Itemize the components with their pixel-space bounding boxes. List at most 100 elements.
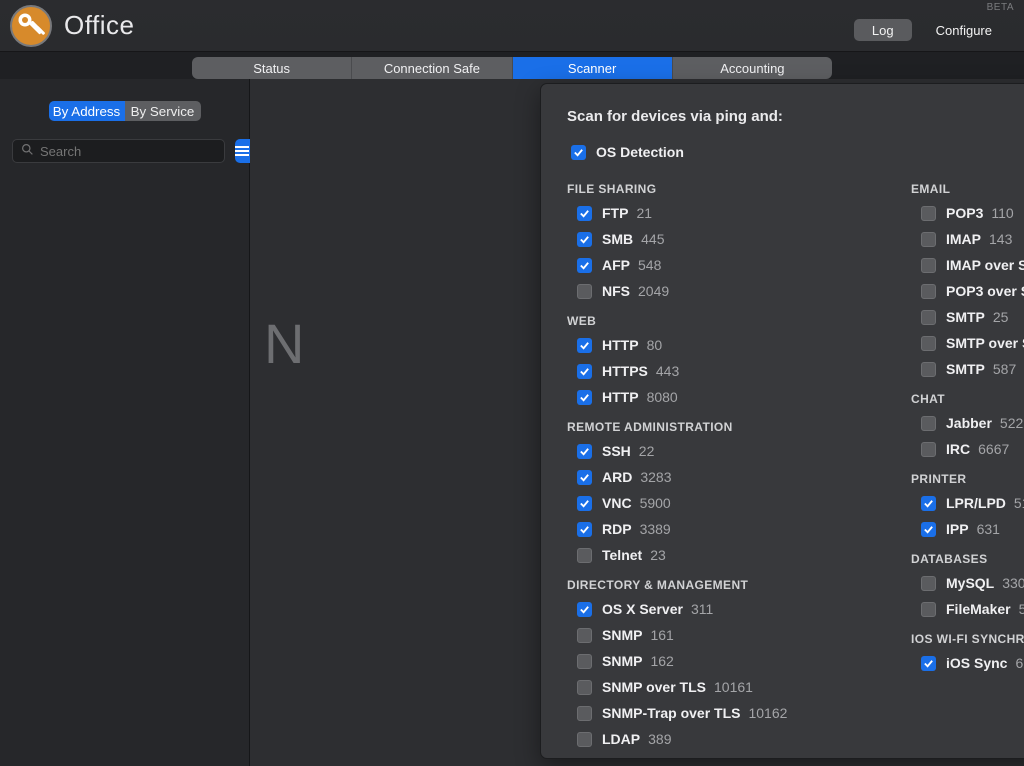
service-row[interactable]: IPP631 — [911, 516, 1024, 542]
service-row[interactable]: SNMP over TLS10161 — [567, 674, 895, 700]
service-row[interactable]: IRC 6667 — [911, 436, 1024, 462]
service-row[interactable]: LDAP389 — [567, 726, 895, 752]
service-row[interactable]: VNC5900 — [567, 490, 895, 516]
service-checkbox[interactable] — [921, 310, 936, 325]
service-checkbox[interactable] — [577, 628, 592, 643]
service-checkbox[interactable] — [577, 496, 592, 511]
group-title: DATABASES — [911, 552, 1024, 566]
service-row[interactable]: OS X Server311 — [567, 596, 895, 622]
service-checkbox[interactable] — [577, 548, 592, 563]
service-row[interactable]: POP3 over SSL/TLS995 — [911, 278, 1024, 304]
service-checkbox[interactable] — [921, 496, 936, 511]
tab-status[interactable]: Status — [192, 57, 352, 79]
group-title: DIRECTORY & MANAGEMENT — [567, 578, 895, 592]
service-label: SNMP — [602, 627, 642, 643]
tab-accounting[interactable]: Accounting — [673, 57, 832, 79]
service-label: AFP — [602, 257, 630, 273]
service-row[interactable]: IMAP over SSL/TLS993 — [911, 252, 1024, 278]
service-checkbox[interactable] — [577, 364, 592, 379]
sidebar-tab-by-address[interactable]: By Address — [49, 101, 125, 121]
service-checkbox[interactable] — [577, 680, 592, 695]
service-checkbox[interactable] — [921, 206, 936, 221]
service-port: 5003 — [1019, 601, 1024, 617]
log-button[interactable]: Log — [854, 19, 912, 41]
os-detection-checkbox[interactable] — [571, 145, 586, 160]
service-checkbox[interactable] — [577, 706, 592, 721]
service-row[interactable]: iOS Sync62078 — [911, 650, 1024, 676]
toolbar-right: Log Configure — [848, 0, 1010, 52]
service-port: 10162 — [748, 705, 787, 721]
service-checkbox[interactable] — [577, 602, 592, 617]
service-row[interactable]: SMTP587 — [911, 356, 1024, 382]
service-row[interactable]: Jabber5222 — [911, 410, 1024, 436]
service-row[interactable]: POP3110 — [911, 200, 1024, 226]
service-checkbox[interactable] — [577, 390, 592, 405]
service-label: VNC — [602, 495, 632, 511]
service-label: HTTP — [602, 337, 639, 353]
service-row[interactable]: Telnet23 — [567, 542, 895, 568]
service-row[interactable]: FTP21 — [567, 200, 895, 226]
service-checkbox[interactable] — [921, 576, 936, 591]
service-checkbox[interactable] — [577, 258, 592, 273]
service-checkbox[interactable] — [921, 336, 936, 351]
service-checkbox[interactable] — [921, 284, 936, 299]
service-checkbox[interactable] — [577, 654, 592, 669]
service-label: ARD — [602, 469, 632, 485]
service-label: SMTP — [946, 309, 985, 325]
service-row[interactable]: ARD3283 — [567, 464, 895, 490]
sidebar-tab-by-service[interactable]: By Service — [125, 101, 201, 121]
service-port: 21 — [636, 205, 652, 221]
service-row[interactable]: LPR/LPD 515 — [911, 490, 1024, 516]
service-row[interactable]: SNMP-Trap over TLS10162 — [567, 700, 895, 726]
service-row[interactable]: SMTP over SSL/TLS465 — [911, 330, 1024, 356]
service-label: NFS — [602, 283, 630, 299]
service-checkbox[interactable] — [577, 522, 592, 537]
service-checkbox[interactable] — [577, 732, 592, 747]
service-checkbox[interactable] — [577, 206, 592, 221]
service-checkbox[interactable] — [577, 338, 592, 353]
service-row[interactable]: HTTPS443 — [567, 358, 895, 384]
service-checkbox[interactable] — [577, 232, 592, 247]
search-field[interactable] — [12, 139, 225, 163]
service-row[interactable]: NFS2049 — [567, 278, 895, 304]
service-checkbox[interactable] — [577, 470, 592, 485]
service-label: IPP — [946, 521, 969, 537]
configure-button[interactable]: Configure — [918, 19, 1010, 41]
service-port: 6667 — [978, 441, 1009, 457]
os-detection-row[interactable]: OS Detection — [567, 140, 1024, 164]
service-port: 515 — [1014, 495, 1024, 511]
service-row[interactable]: HTTP80 — [567, 332, 895, 358]
service-checkbox[interactable] — [921, 656, 936, 671]
sidebar: By Address By Service — [0, 79, 250, 766]
service-row[interactable]: AFP548 — [567, 252, 895, 278]
service-checkbox[interactable] — [577, 444, 592, 459]
service-row[interactable]: SSH22 — [567, 438, 895, 464]
service-row[interactable]: IMAP143 — [911, 226, 1024, 252]
service-row[interactable]: SMTP25 — [911, 304, 1024, 330]
service-row[interactable]: HTTP8080 — [567, 384, 895, 410]
tab-scanner[interactable]: Scanner — [513, 57, 673, 79]
service-label: LPR/LPD — [946, 495, 1006, 511]
service-row[interactable]: FileMaker5003 — [911, 596, 1024, 622]
service-checkbox[interactable] — [921, 416, 936, 431]
service-checkbox[interactable] — [921, 442, 936, 457]
service-label: IRC — [946, 441, 970, 457]
service-checkbox[interactable] — [921, 522, 936, 537]
service-row[interactable]: MySQL3306 — [911, 570, 1024, 596]
search-input[interactable] — [40, 144, 216, 159]
service-row[interactable]: SNMP161 — [567, 622, 895, 648]
service-checkbox[interactable] — [921, 258, 936, 273]
service-row[interactable]: SMB445 — [567, 226, 895, 252]
service-checkbox[interactable] — [921, 602, 936, 617]
service-checkbox[interactable] — [921, 232, 936, 247]
service-label: IMAP over SSL/TLS — [946, 257, 1024, 273]
group-title: PRINTER — [911, 472, 1024, 486]
service-checkbox[interactable] — [577, 284, 592, 299]
service-label: HTTPS — [602, 363, 648, 379]
service-checkbox[interactable] — [921, 362, 936, 377]
right-column: EMAILPOP3110IMAP143IMAP over SSL/TLS993P… — [911, 172, 1024, 752]
service-label: OS X Server — [602, 601, 683, 617]
service-row[interactable]: SNMP162 — [567, 648, 895, 674]
tab-connection-safe[interactable]: Connection Safe — [352, 57, 512, 79]
service-row[interactable]: RDP3389 — [567, 516, 895, 542]
